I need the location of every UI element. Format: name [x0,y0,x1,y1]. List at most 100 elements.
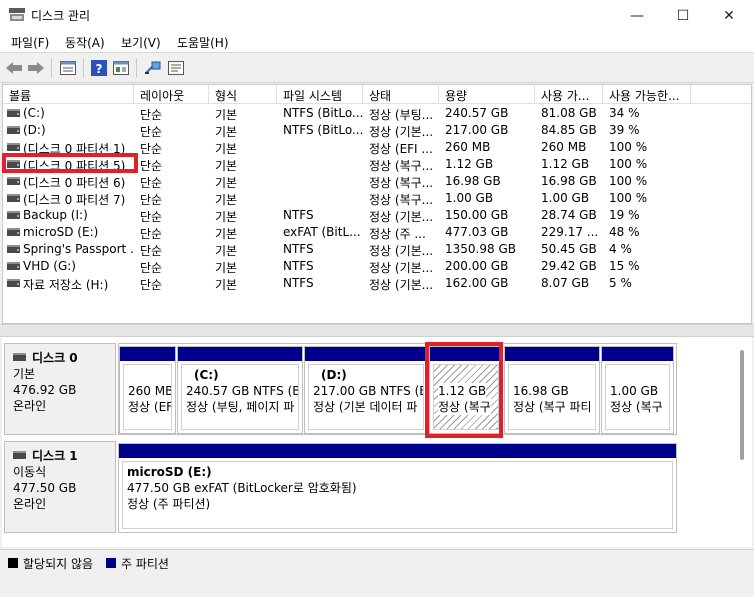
table-row[interactable]: (디스크 0 파티션 6) 단순 기본 정상 (복구... 16.98 GB 16.98 … [3,173,751,190]
cell-free-space: 1.12 GB [541,157,590,171]
partition-status: 정상 (복구 [610,400,663,414]
partition-bar [602,347,673,361]
view-icon[interactable] [111,58,131,78]
cell-percent-free: 100 % [609,140,648,154]
cell-capacity: 200.00 GB [445,259,509,273]
column-header-layout[interactable]: 레이아웃 [134,85,209,104]
column-header-volume[interactable]: 볼륨 [3,85,134,104]
back-icon[interactable] [4,58,24,78]
partition-efi[interactable]: 260 MB 정상 (EFI [119,346,176,434]
cell-filesystem: NTFS [283,242,314,256]
column-header-status[interactable]: 상태 [363,85,439,104]
forward-icon[interactable] [26,58,46,78]
cell-layout: 단순 [140,142,163,156]
minimize-icon: — [630,7,644,24]
partition-recovery-6[interactable]: 16.98 GB 정상 (복구 파티 [504,346,600,434]
partition-size: 477.50 GB exFAT (BitLocker로 암호화됨) [127,481,357,495]
cell-capacity: 217.00 GB [445,123,509,137]
disk-type: 이동식 [13,465,47,479]
cell-type: 기본 [215,108,238,122]
cell-status: 정상 (EFI ... [369,142,433,156]
cell-layout: 단순 [140,244,163,258]
cell-type: 기본 [215,244,238,258]
close-button[interactable]: ✕ [706,0,752,31]
volume-list: 볼륨 레이아웃 형식 파일 시스템 상태 용량 사용 가... 사용 가능한..… [2,84,752,324]
cell-percent-free: 100 % [609,174,648,188]
disk-size: 477.50 GB [13,481,77,495]
disk-1-label[interactable]: 디스크 1 이동식 477.50 GB 온라인 [4,441,116,533]
partition-size: 217.00 GB NTFS (Bit [313,384,424,398]
cell-filesystem: NTFS (BitLo... [283,106,363,120]
table-row[interactable]: (디스크 0 파티션 7) 단순 기본 정상 (복구... 1.00 GB 1.00 GB… [3,190,751,207]
legend-swatch-unallocated [8,558,18,568]
column-header-free-space[interactable]: 사용 가... [535,85,603,104]
cell-filesystem: NTFS [283,276,314,290]
partition-c[interactable]: (C:) 240.57 GB NTFS (Bit 정상 (부팅, 페이지 파 [177,346,303,434]
column-header-capacity[interactable]: 용량 [439,85,535,104]
partition-bar [120,347,175,361]
column-header-percent-free[interactable]: 사용 가능한... [603,85,691,104]
volume-icon [7,126,20,134]
cell-status: 정상 (복구... [369,159,434,173]
cell-volume: 자료 저장소 (H:) [23,278,109,292]
cell-capacity: 1.12 GB [445,157,494,171]
cell-volume: (D:) [23,123,46,137]
volume-icon [7,109,20,117]
title-bar: 디스크 관리 — ☐ ✕ [0,0,754,31]
cell-status: 정상 (주 ... [369,227,426,241]
cell-type: 기본 [215,210,238,224]
table-row[interactable]: Backup (I:) 단순 기본 NTFS 정상 (기본... 150.00 GB 28.… [3,207,751,224]
table-row[interactable]: microSD (E:) 단순 기본 exFAT (BitL... 정상 (주 ... 4… [3,224,751,241]
cell-status: 정상 (기본... [369,210,434,224]
cell-filesystem: NTFS (BitLo... [283,123,363,137]
cell-layout: 단순 [140,176,163,190]
cell-filesystem: exFAT (BitL... [283,225,361,239]
connect-icon[interactable] [143,58,163,78]
cell-type: 기본 [215,125,238,139]
menu-file[interactable]: 파일(F) [11,34,49,51]
cell-layout: 단순 [140,125,163,139]
minimize-button[interactable]: — [614,0,660,31]
menu-bar: 파일(F) 동작(A) 보기(V) 도움말(H) [0,31,754,53]
highlight-box-row [2,153,138,173]
cell-free-space: 16.98 GB [541,174,597,188]
window-title: 디스크 관리 [31,9,91,23]
table-row[interactable]: VHD (G:) 단순 기본 NTFS 정상 (기본... 200.00 GB 29.42 … [3,258,751,275]
cell-capacity: 1350.98 GB [445,242,516,256]
maximize-button[interactable]: ☐ [660,0,706,31]
menu-help[interactable]: 도움말(H) [177,34,229,51]
partition-title: microSD (E:) [127,465,212,479]
disk-size: 476.92 GB [13,383,77,397]
partition-recovery-7[interactable]: 1.00 GB 정상 (복구 [601,346,674,434]
cell-type: 기본 [215,261,238,275]
disk-graph-view: 디스크 0 기본 476.92 GB 온라인 260 MB 정상 (EFI (C… [2,337,752,547]
cell-filesystem: NTFS [283,208,314,222]
column-header-type[interactable]: 형식 [209,85,277,104]
pane-splitter[interactable] [0,324,754,337]
cell-layout: 단순 [140,261,163,275]
cell-status: 정상 (기본... [369,278,434,292]
disk-0-label[interactable]: 디스크 0 기본 476.92 GB 온라인 [4,343,116,435]
disk-status: 온라인 [13,497,47,511]
column-header-filesystem[interactable]: 파일 시스템 [277,85,363,104]
partition-status: 정상 (부팅, 페이지 파 [186,400,295,414]
volume-icon [7,262,20,270]
cell-filesystem: NTFS [283,259,314,273]
partition-d[interactable]: (D:) 217.00 GB NTFS (Bit 정상 (기본 데이터 파 [304,346,428,434]
help-icon[interactable]: ? [89,58,109,78]
cell-free-space: 28.74 GB [541,208,597,222]
menu-action[interactable]: 동작(A) [65,34,105,51]
table-row[interactable]: (C:) 단순 기본 NTFS (BitLo... 정상 (부팅... 240.57 GB… [3,105,751,122]
cell-capacity: 260 MB [445,140,491,154]
cell-free-space: 8.07 GB [541,276,590,290]
table-row[interactable]: (D:) 단순 기본 NTFS (BitLo... 정상 (기본... 217.00 GB… [3,122,751,139]
properties-icon[interactable] [58,58,78,78]
vertical-scrollbar[interactable] [740,350,744,460]
table-row[interactable]: Spring's Passport ... 단순 기본 NTFS 정상 (기본... 13… [3,241,751,258]
partition-microsd[interactable]: microSD (E:) 477.50 GB exFAT (BitLocker로… [118,443,677,533]
menu-view[interactable]: 보기(V) [121,34,161,51]
svg-text:?: ? [96,62,103,76]
console-icon[interactable] [166,58,186,78]
volume-icon [7,177,20,185]
table-row[interactable]: 자료 저장소 (H:) 단순 기본 NTFS 정상 (기본... 162.00 GB 8.0… [3,275,751,292]
